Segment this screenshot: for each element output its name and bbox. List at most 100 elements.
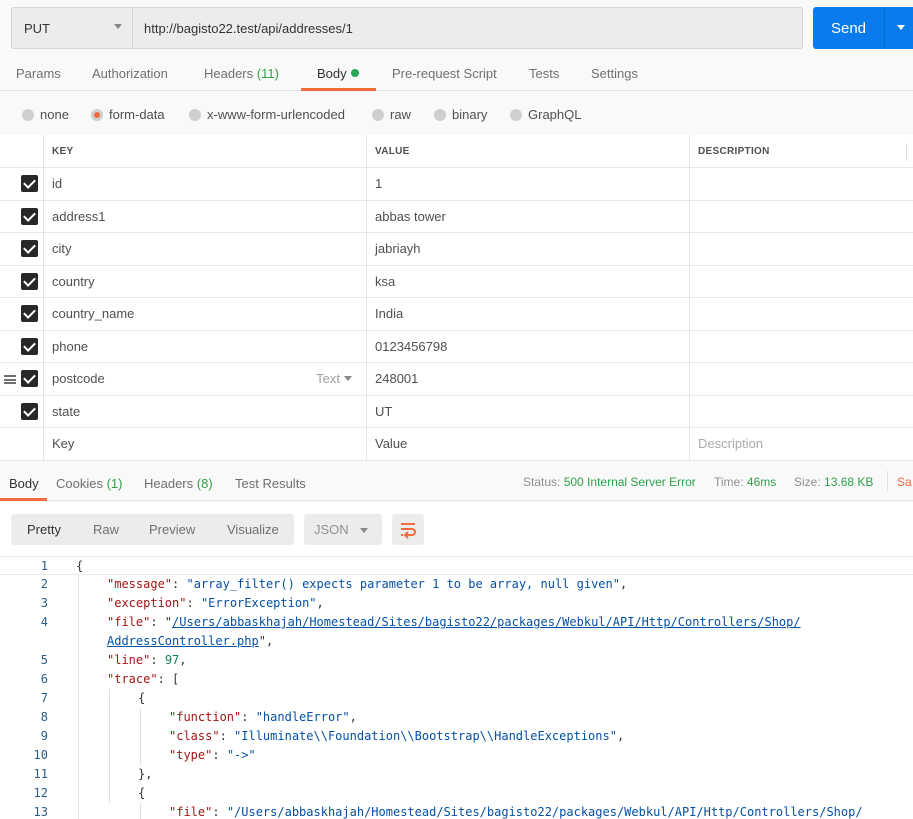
description-input[interactable] [689,200,913,232]
code-line: 12 { [0,784,913,803]
tab-headers[interactable]: Headers (11) [204,66,279,81]
value-input[interactable]: UT [366,395,689,427]
format-select[interactable]: JSON [304,514,382,545]
row-checkbox[interactable] [21,370,38,388]
value-text: ksa [375,273,396,289]
radio-raw[interactable]: raw [372,107,411,122]
key-input[interactable]: id [43,168,366,200]
description-input[interactable] [689,363,913,395]
value-input[interactable]: ksa [366,265,689,297]
row-checkbox[interactable] [21,337,38,355]
value-input[interactable]: jabriayh [366,233,689,265]
row-checkbox[interactable] [21,175,38,193]
description-input[interactable] [689,265,913,297]
send-button[interactable]: Send [813,7,885,49]
radio-graphql[interactable]: GraphQL [510,107,581,122]
key-input[interactable]: address1 [43,200,366,232]
value-input[interactable]: abbas tower [366,200,689,232]
key-input[interactable]: country [43,265,366,297]
key-input[interactable]: city [43,233,366,265]
key-text: id [52,176,63,192]
checkbox-cell [0,298,43,330]
description-input[interactable] [689,168,913,200]
value-input[interactable]: 248001 [366,363,689,395]
key-input[interactable]: state [43,395,366,427]
row-checkbox[interactable] [21,402,38,420]
description-input[interactable] [689,233,913,265]
description-input-placeholder[interactable]: Description [689,428,913,460]
tab-tests[interactable]: Tests [529,66,559,81]
method-select[interactable]: PUT [12,8,133,48]
value-input[interactable]: 0123456798 [366,330,689,362]
description-input[interactable] [689,330,913,362]
radio-circle [189,108,201,121]
view-preview[interactable]: Preview [149,522,195,537]
tab-pre-request-script[interactable]: Pre-request Script [392,66,497,81]
headers-count: (11) [256,66,279,81]
value-text: UT [375,403,393,419]
status-value: 500 Internal Server Error [563,475,696,489]
body-type-radios: none form-data x-www-form-urlencoded raw… [0,103,913,127]
tab-body[interactable]: Body [317,66,359,81]
size-label: Size: [794,475,821,489]
radio-label: x-www-form-urlencoded [207,107,345,122]
key-input[interactable]: country_name [43,298,366,330]
row-checkbox[interactable] [21,272,38,290]
table-row-empty: Key Value Description [0,428,913,461]
status-readout: Status: 500 Internal Server Error [523,475,696,489]
header-key: KEY [43,135,366,167]
line-number: 2 [40,577,48,591]
code-line: 6 "trace": [ [0,670,913,689]
tab-label: Body [317,66,347,81]
radio-none[interactable]: none [22,107,69,122]
code-text: "function": "handleError", [169,710,357,724]
line-number: 1 [40,559,48,573]
tab-settings[interactable]: Settings [591,66,638,81]
resp-tab-test-results[interactable]: Test Results [235,476,306,491]
value-input[interactable]: 1 [366,168,689,200]
resp-tab-cookies[interactable]: Cookies (1) [56,476,122,491]
json-code-viewer[interactable]: 1{2 "message": "array_filter() expects pa… [0,556,913,819]
key-input-placeholder[interactable]: Key [43,428,366,460]
body-indicator-dot [350,69,359,77]
url-input[interactable]: http://bagisto22.test/api/addresses/1 [133,8,353,48]
radio-x-www-form-urlencoded[interactable]: x-www-form-urlencoded [189,107,345,122]
table-row: id 1 [0,168,913,201]
tab-authorization[interactable]: Authorization [92,66,168,81]
send-options-dropdown[interactable] [885,7,913,49]
line-number: 3 [40,596,48,610]
type-select[interactable]: Text [316,371,352,386]
row-checkbox[interactable] [21,207,38,225]
resp-tab-body[interactable]: Body [9,476,39,491]
description-input[interactable] [689,395,913,427]
code-line: 10 "type": "->" [0,746,913,765]
key-input[interactable]: postcode Text [43,363,366,395]
view-visualize[interactable]: Visualize [227,522,279,537]
row-checkbox[interactable] [21,305,38,323]
code-line: 1{ [0,556,913,575]
code-line: 9 "class": "Illuminate\\Foundation\\Boots… [0,727,913,746]
description-input[interactable] [689,298,913,330]
line-number: 7 [40,691,48,705]
key-input[interactable]: phone [43,330,366,362]
radio-form-data[interactable]: form-data [91,107,165,122]
tab-label: Headers [144,476,194,491]
key-text: country_name [52,306,135,322]
key-text: country [52,273,95,289]
table-row: country ksa [0,265,913,298]
value-input-placeholder[interactable]: Value [366,428,689,460]
code-text: }, [138,767,153,781]
value-input[interactable]: India [366,298,689,330]
wrap-lines-button[interactable] [392,514,424,545]
checkbox-cell [0,266,43,298]
value-text: India [375,306,404,322]
key-text: city [52,241,72,257]
resp-tab-headers[interactable]: Headers (8) [144,476,213,491]
view-raw[interactable]: Raw [93,522,119,537]
tab-params[interactable]: Params [16,66,61,81]
save-response-button[interactable]: Sa [897,475,912,489]
row-checkbox[interactable] [21,240,38,258]
view-pretty[interactable]: Pretty [27,522,61,537]
radio-binary[interactable]: binary [434,107,487,122]
tab-label: Body [9,476,39,491]
